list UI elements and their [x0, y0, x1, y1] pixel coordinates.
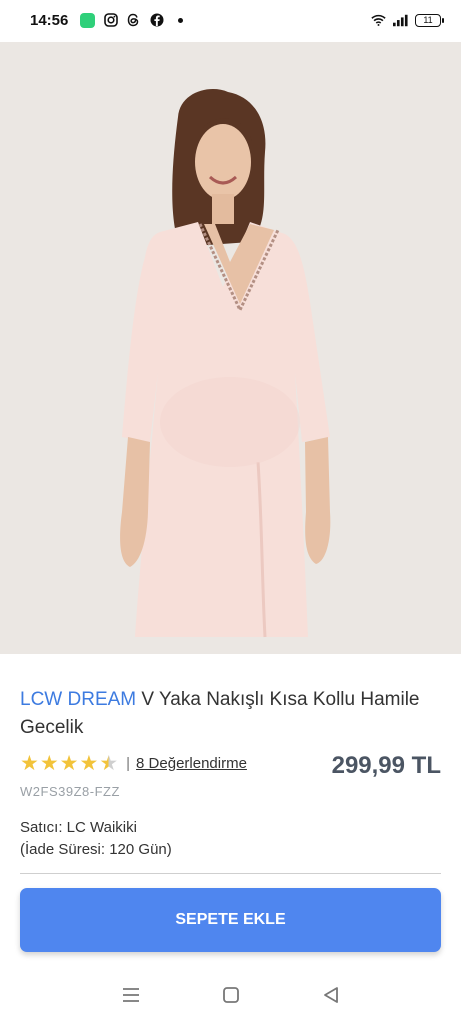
- star-icon: ★: [79, 751, 99, 775]
- seller-info: Satıcı: LC Waikiki (İade Süresi: 120 Gün…: [20, 817, 441, 861]
- price: 299,99 TL: [331, 752, 441, 779]
- instagram-icon: [103, 13, 118, 28]
- add-to-cart-button[interactable]: SEPETE EKLE: [20, 888, 441, 952]
- half-star-icon: ★: [99, 751, 119, 775]
- product-code: W2FS39Z8-FZZ: [20, 784, 120, 799]
- battery-icon: 11: [415, 13, 444, 27]
- threads-icon: [126, 13, 141, 28]
- wifi-icon: [371, 13, 386, 28]
- notification-dot-icon: [178, 17, 184, 23]
- product-info: LCW DREAM V Yaka Nakışlı Kısa Kollu Hami…: [20, 686, 441, 874]
- separator: |: [126, 754, 131, 772]
- menu-icon[interactable]: [121, 987, 141, 1008]
- back-triangle-icon[interactable]: [322, 986, 340, 1009]
- star-icon: ★: [20, 751, 39, 775]
- seller-name: Satıcı: LC Waikiki: [20, 819, 137, 836]
- product-title: LCW DREAM V Yaka Nakışlı Kısa Kollu Hami…: [20, 686, 441, 742]
- signal-icon: [393, 13, 408, 28]
- rating-stars: ★ ★ ★ ★ ★: [20, 753, 118, 774]
- home-square-icon[interactable]: [222, 986, 240, 1009]
- status-bar: 14:56 11: [0, 0, 461, 40]
- status-time: 14:56: [30, 11, 69, 29]
- reviews-link[interactable]: 8 Değerlendirme: [136, 755, 247, 772]
- brand-link[interactable]: LCW DREAM: [20, 689, 136, 710]
- system-nav-bar: [0, 970, 461, 1024]
- divider: [20, 873, 441, 874]
- star-icon: ★: [59, 751, 79, 775]
- facebook-icon: [149, 13, 164, 28]
- star-icon: ★: [39, 751, 59, 775]
- product-image[interactable]: [0, 42, 461, 654]
- return-period: (İade Süresi: 120 Gün): [20, 841, 172, 858]
- messaging-app-icon: [80, 12, 96, 28]
